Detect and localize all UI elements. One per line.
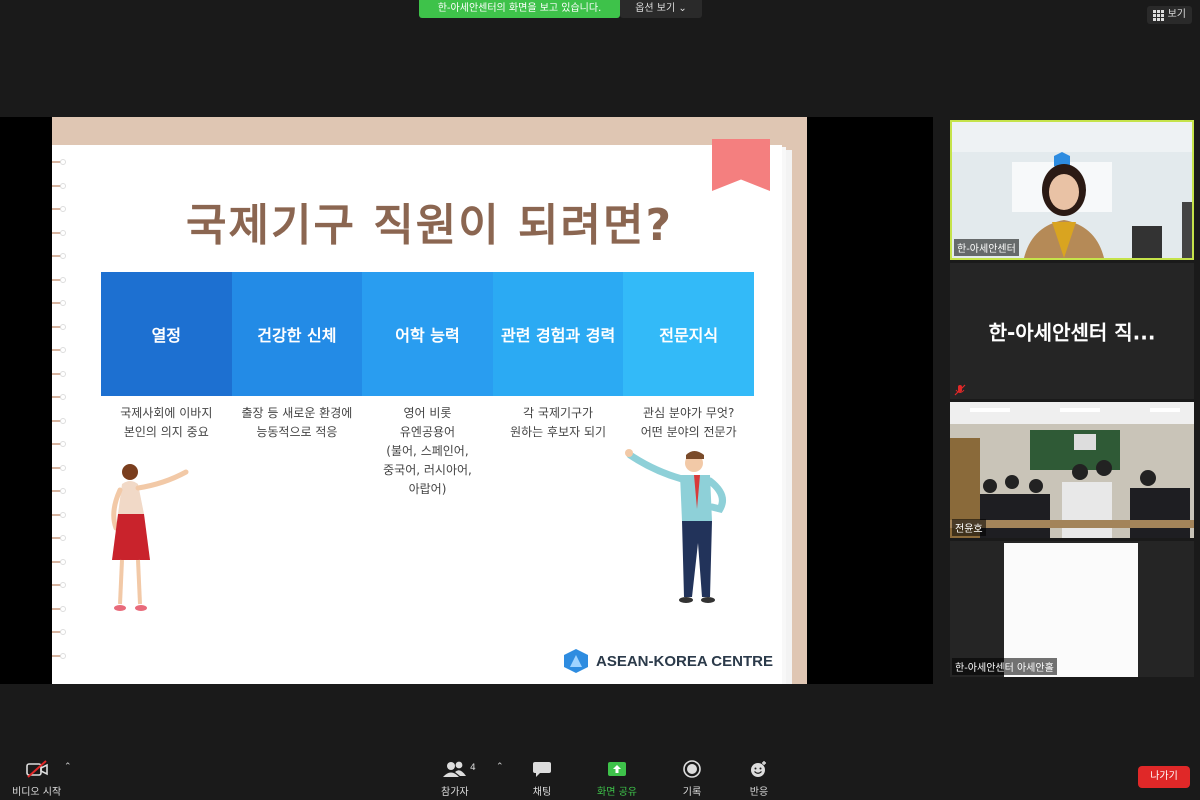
column-heading: 전문지식 [623,272,754,396]
reactions-button[interactable]: 반응 [749,760,769,798]
slide-title: 국제기구 직원이 되려면? [186,200,673,251]
desc-line: 어떤 분야의 전문가 [640,425,737,439]
notebook-ring [52,580,70,590]
column-heading: 열정 [101,272,232,396]
record-label: 기록 [682,787,702,798]
start-video-label: 비디오 시작 [12,787,62,798]
participants-button[interactable]: 참가자 [441,760,469,798]
chat-button[interactable]: 채팅 [532,760,552,798]
share-screen-icon [607,762,626,776]
participants-options-caret-icon[interactable]: ⌃ [496,762,504,772]
meeting-toolbar: 비디오 시작 ⌃ 참가자 4 ⌃ 채팅 화면 공유 기록 반응 나가기 [0,752,1200,800]
reactions-smiley-icon [751,761,766,777]
requirement-columns: 열정 건강한 신체 어학 능력 관련 경험과 경력 전문지식 [101,272,754,396]
column-heading: 어학 능력 [362,272,493,396]
column-heading: 관련 경험과 경력 [492,272,624,396]
record-icon [683,760,701,778]
notebook-ring [52,533,70,543]
column-description: 각 국제기구가 원하는 후보자 되기 [493,404,624,499]
logo-text: ASEAN-KOREA CENTRE [596,652,773,670]
chat-icon [533,762,551,777]
logo-mark-icon [564,649,588,673]
notebook-ring [52,345,70,355]
participant-tile[interactable]: 전윤호 [950,402,1194,538]
view-button-label: 보기 [1167,9,1186,20]
participant-video [950,402,1194,538]
desc-line: 각 국제기구가 [523,406,594,420]
video-off-icon [25,760,48,778]
video-options-caret-icon[interactable]: ⌃ [64,762,72,772]
participants-count: 4 [470,763,476,773]
notebook-ring [52,510,70,520]
desc-line: 유엔공용어 [399,425,456,439]
participant-tile[interactable]: 한-아세안센터 직... [950,263,1194,399]
desc-line: (불어, 스페인어, [386,444,469,458]
microphone-muted-icon [954,384,966,396]
participant-name: 한-아세안센터 아세안홀 [952,658,1057,675]
chat-label: 채팅 [532,787,552,798]
desc-line: 중국어, 러시아어, [383,463,472,477]
screen-share-banner: 한-아세안센터의 화면을 보고 있습니다. [419,0,620,18]
notebook-ring [52,439,70,449]
participants-label: 참가자 [441,787,469,798]
notebook-ring [52,322,70,332]
desc-line: 원하는 후보자 되기 [510,425,607,439]
participant-name: 한-아세안센터 [954,239,1019,256]
column-description: 출장 등 새로운 환경에 능동적으로 적응 [232,404,363,499]
presentation-slide: 국제기구 직원이 되려면? 열정 건강한 신체 어학 능력 관련 경험과 경력 … [52,117,807,684]
notebook-ring [52,298,70,308]
column-heading: 건강한 신체 [231,272,363,396]
notebook-ring [52,486,70,496]
desc-line: 관심 분야가 무엇? [643,406,735,420]
start-video-button[interactable]: 비디오 시작 [12,760,61,798]
notebook-ring [52,157,70,167]
desc-line: 출장 등 새로운 환경에 [241,406,353,420]
notebook-ring [52,463,70,473]
participant-video [1004,543,1138,677]
desc-line: 아랍어) [408,482,447,496]
view-button[interactable]: 보기 [1146,6,1192,24]
leave-meeting-button[interactable]: 나가기 [1138,766,1190,788]
shared-screen: 국제기구 직원이 되려면? 열정 건강한 신체 어학 능력 관련 경험과 경력 … [0,117,933,684]
participant-name: 전윤호 [952,519,986,536]
desc-line: 능동적으로 적응 [256,425,338,439]
notebook-ring [52,392,70,402]
grid-icon [1152,9,1164,21]
share-screen-button[interactable]: 화면 공유 [597,760,637,798]
woman-illustration [111,464,189,611]
participant-tile[interactable]: 한-아세안센터 아세안홀 [950,541,1194,677]
column-description: 영어 비롯 유엔공용어 (불어, 스페인어, 중국어, 러시아어, 아랍어) [362,404,493,499]
notebook-ring [52,627,70,637]
notebook-ring [52,604,70,614]
reactions-label: 반응 [749,787,769,798]
notebook-ring [52,369,70,379]
record-button[interactable]: 기록 [682,760,702,798]
man-illustration [625,449,726,603]
participant-video [952,122,1192,258]
desc-line: 국제사회에 이바지 [120,406,213,420]
share-screen-label: 화면 공유 [597,787,637,798]
notebook-ring [52,651,70,661]
notebook-ring [52,275,70,285]
desc-line: 영어 비롯 [403,406,452,420]
participant-name: 한-아세안센터 직... [988,320,1156,345]
notebook-ring [52,416,70,426]
desc-line: 본인의 의지 중요 [123,425,209,439]
participant-tile-active-speaker[interactable]: 한-아세안센터 [950,120,1194,260]
notebook-ring [52,557,70,567]
view-options-button[interactable]: 옵션 보기 ⌄ [620,0,702,18]
participants-icon [442,761,466,777]
zoom-meeting-window: 한-아세안센터의 화면을 보고 있습니다. 옵션 보기 ⌄ 보기 국제기구 직원… [0,0,1200,800]
asean-korea-centre-logo: ASEAN-KOREA CENTRE [564,649,773,673]
